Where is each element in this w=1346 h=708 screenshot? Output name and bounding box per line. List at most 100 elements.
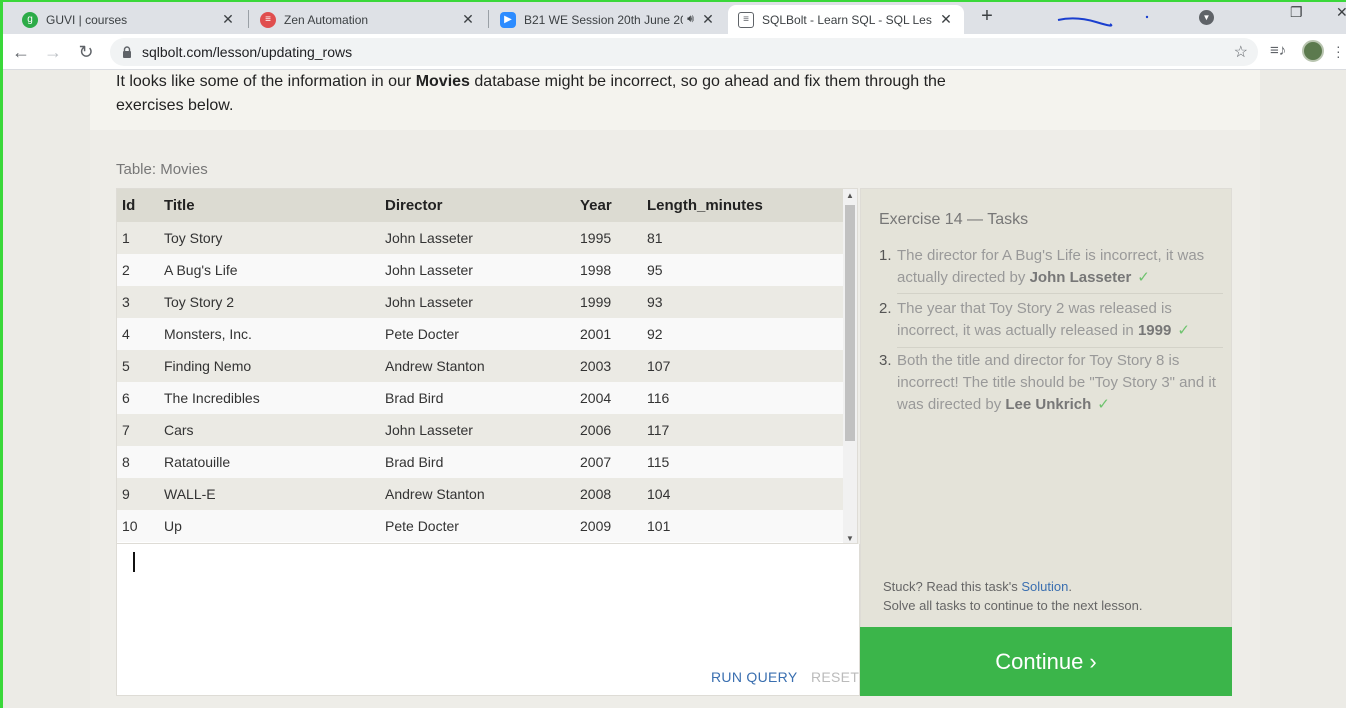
close-icon[interactable]: ✕ xyxy=(220,11,236,28)
table-cell: Pete Docter xyxy=(380,318,575,350)
table-row: 3 Toy Story 2 John Lasseter 1999 93 xyxy=(117,286,844,318)
close-icon[interactable]: ✕ xyxy=(700,11,716,28)
tab-sqlbolt[interactable]: ≡ SQLBolt - Learn SQL - SQL Lesson ✕ xyxy=(728,5,964,34)
table-cell: Cars xyxy=(159,414,380,446)
table-row: 9 WALL-E Andrew Stanton 2008 104 xyxy=(117,478,844,510)
lesson-intro: It looks like some of the information in… xyxy=(116,70,956,118)
tab-strip: g GUVI | courses ✕ ≡ Zen Automation ✕ ▶ … xyxy=(0,0,1346,34)
table-cell: A Bug's Life xyxy=(159,254,380,286)
column-header: Year xyxy=(575,189,642,222)
column-header: Id xyxy=(117,189,159,222)
table-cell: 2004 xyxy=(575,382,642,414)
table-cell: 9 xyxy=(117,478,159,510)
table-cell: Andrew Stanton xyxy=(380,350,575,382)
table-row: 6 The Incredibles Brad Bird 2004 116 xyxy=(117,382,844,414)
tasks-title: Exercise 14 — Tasks xyxy=(879,211,1029,228)
stuck-hint: Stuck? Read this task's Solution. Solve … xyxy=(883,577,1142,615)
table-cell: 2006 xyxy=(575,414,642,446)
pen-scribble-icon xyxy=(1057,15,1149,27)
run-query-button[interactable]: RUN QUERY xyxy=(711,669,797,685)
table-cell: John Lasseter xyxy=(380,222,575,254)
menu-kebab-icon[interactable]: · · · xyxy=(1336,39,1341,63)
speaker-icon[interactable]: 🔊︎ xyxy=(687,13,694,26)
tab-guvi[interactable]: g GUVI | courses ✕ xyxy=(12,5,246,34)
video-icon: ▶ xyxy=(500,11,516,28)
media-playlist-icon[interactable]: ≡♪ xyxy=(1270,42,1286,59)
table-cell: 10 xyxy=(117,510,159,542)
reload-icon[interactable]: ↻ xyxy=(75,41,97,63)
task-bold: Lee Unkrich xyxy=(1005,396,1092,413)
task-divider xyxy=(897,293,1223,294)
table-cell: 115 xyxy=(642,446,844,478)
tab-separator xyxy=(488,10,489,28)
table-cell: 5 xyxy=(117,350,159,382)
database-icon: ≡ xyxy=(738,11,754,28)
tab-search-icon[interactable]: ▼ xyxy=(1199,10,1214,25)
table-cell: Brad Bird xyxy=(380,382,575,414)
restore-window-button[interactable]: ❐ xyxy=(1290,4,1303,21)
column-header: Title xyxy=(159,189,380,222)
table-cell: 107 xyxy=(642,350,844,382)
solution-link[interactable]: Solution xyxy=(1021,579,1068,594)
table-row: 8 Ratatouille Brad Bird 2007 115 xyxy=(117,446,844,478)
table-cell: 3 xyxy=(117,286,159,318)
table-header-row: Id Title Director Year Length_minutes xyxy=(117,189,844,222)
tab-zoom[interactable]: ▶ B21 WE Session 20th June 20 🔊︎ ✕ xyxy=(490,5,726,34)
scroll-up-icon[interactable]: ▲ xyxy=(846,191,854,200)
table-cell: 1995 xyxy=(575,222,642,254)
back-arrow-icon[interactable]: ← xyxy=(10,41,32,63)
task-number: 1. xyxy=(879,247,892,264)
continue-button[interactable]: Continue › xyxy=(860,627,1232,696)
new-tab-button[interactable]: + xyxy=(976,6,998,28)
tab-title: B21 WE Session 20th June 20 xyxy=(524,12,684,27)
table-cell: Pete Docter xyxy=(380,510,575,542)
table-cell: 2 xyxy=(117,254,159,286)
table-cell: John Lasseter xyxy=(380,414,575,446)
bookmark-star-icon[interactable]: ☆ xyxy=(1234,42,1248,62)
task-divider xyxy=(897,347,1223,348)
scroll-down-icon[interactable]: ▼ xyxy=(846,534,854,543)
table-cell: 7 xyxy=(117,414,159,446)
table-cell: 6 xyxy=(117,382,159,414)
profile-avatar[interactable] xyxy=(1302,40,1324,62)
close-icon[interactable]: ✕ xyxy=(460,11,476,28)
task-item: 2. The year that Toy Story 2 was release… xyxy=(879,298,1223,342)
table-cell: 95 xyxy=(642,254,844,286)
movies-table: Id Title Director Year Length_minutes 1T… xyxy=(116,188,858,544)
reset-button[interactable]: RESET xyxy=(811,669,859,685)
close-icon[interactable]: ✕ xyxy=(938,11,954,28)
table-cell: 1 xyxy=(117,222,159,254)
table-cell: WALL-E xyxy=(159,478,380,510)
table-cell: The Incredibles xyxy=(159,382,380,414)
address-bar[interactable]: sqlbolt.com/lesson/updating_rows ☆ xyxy=(110,38,1258,66)
stuck-text: . xyxy=(1068,579,1072,594)
text-cursor xyxy=(133,552,135,572)
table-cell: 81 xyxy=(642,222,844,254)
tab-zen[interactable]: ≡ Zen Automation ✕ xyxy=(250,5,486,34)
zen-icon: ≡ xyxy=(260,11,276,28)
task-item: 1. The director for A Bug's Life is inco… xyxy=(879,245,1223,289)
table-cell: Brad Bird xyxy=(380,446,575,478)
table-row: 1 Toy Story John Lasseter 1995 81 xyxy=(117,222,844,254)
browser-toolbar: ← → ↻ sqlbolt.com/lesson/updating_rows ☆… xyxy=(0,34,1346,70)
checkmark-icon: ✓ xyxy=(1137,269,1150,286)
table-cell: 92 xyxy=(642,318,844,350)
task-number: 3. xyxy=(879,352,892,369)
scroll-thumb[interactable] xyxy=(845,205,855,441)
task-number: 2. xyxy=(879,300,892,317)
task-item: 3. Both the title and director for Toy S… xyxy=(879,350,1223,416)
table-cell: Monsters, Inc. xyxy=(159,318,380,350)
table-row: 4 Monsters, Inc. Pete Docter 2001 92 xyxy=(117,318,844,350)
intro-text: It looks like some of the information in… xyxy=(116,73,416,90)
intro-bold: Movies xyxy=(415,73,470,90)
table-cell: Andrew Stanton xyxy=(380,478,575,510)
table-row: 10 Up Pete Docter 2009 101 xyxy=(117,510,844,542)
solve-all-text: Solve all tasks to continue to the next … xyxy=(883,598,1143,613)
close-window-button[interactable]: ✕ xyxy=(1336,4,1346,21)
sql-query-editor[interactable]: RUN QUERY RESET xyxy=(116,544,860,696)
lock-icon xyxy=(123,46,131,58)
table-scrollbar[interactable]: ▲ ▼ xyxy=(843,189,857,543)
url-text: sqlbolt.com/lesson/updating_rows xyxy=(142,44,353,60)
page-body: It looks like some of the information in… xyxy=(0,70,1346,708)
forward-arrow-icon[interactable]: → xyxy=(42,41,64,63)
